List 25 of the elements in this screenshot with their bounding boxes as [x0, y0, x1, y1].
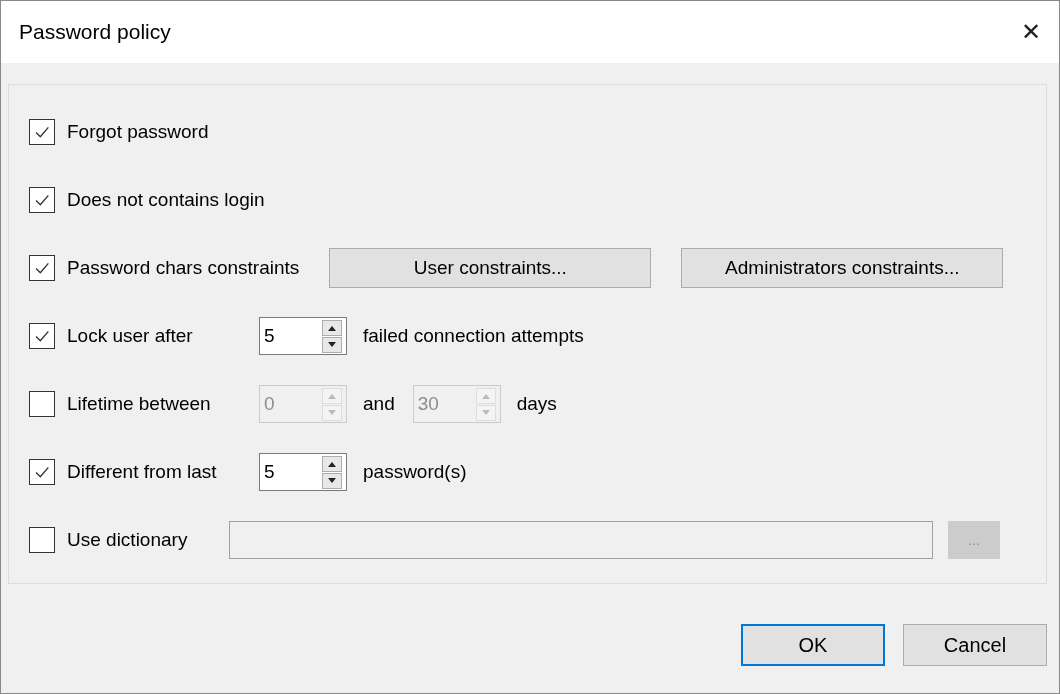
checkbox[interactable] [29, 459, 55, 485]
option-label: Different from last [67, 461, 218, 483]
checkbox[interactable] [29, 187, 55, 213]
number-spinner[interactable]: 5 [259, 453, 347, 491]
checkbox[interactable] [29, 391, 55, 417]
number-spinner[interactable]: 5 [259, 317, 347, 355]
dialog-button[interactable]: Cancel [903, 624, 1047, 666]
option-text: and [363, 393, 395, 415]
option-label: Use dictionary [67, 529, 189, 551]
constraints-button[interactable]: User constraints... [329, 248, 652, 288]
option-text: failed connection attempts [363, 325, 584, 347]
checkbox[interactable] [29, 527, 55, 553]
dialog-button[interactable]: OK [741, 624, 885, 666]
option-label: Lock user after [67, 325, 194, 347]
constraints-button[interactable]: Administrators constraints... [681, 248, 1004, 288]
option-text: password(s) [363, 461, 467, 483]
option-label: Lifetime between [67, 393, 212, 415]
checkbox[interactable] [29, 255, 55, 281]
checkbox[interactable] [29, 119, 55, 145]
option-label: Forgot password [67, 121, 210, 143]
checkbox[interactable] [29, 323, 55, 349]
option-label: Password chars constraints [67, 257, 300, 279]
window-title: Password policy [19, 20, 171, 44]
option-text: days [516, 393, 557, 415]
option-label: Does not contains login [67, 189, 265, 211]
